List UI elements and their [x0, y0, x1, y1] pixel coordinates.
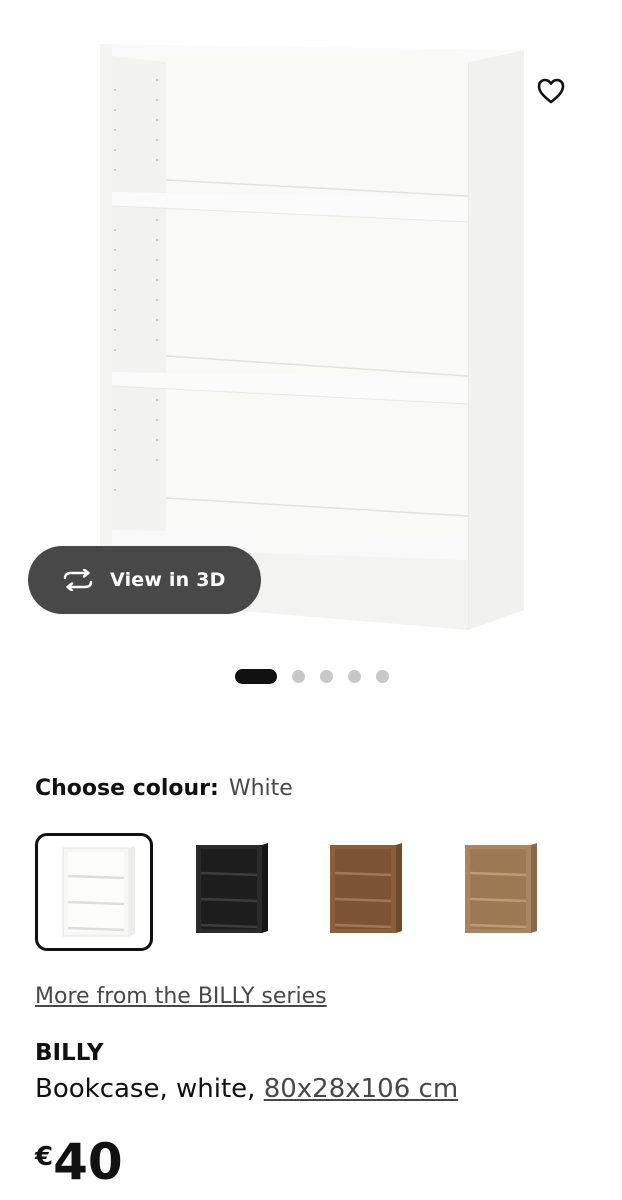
view-in-3d-button[interactable]: View in 3D — [28, 546, 261, 614]
billy-series-link[interactable]: More from the BILLY series — [35, 984, 327, 1009]
colour-selector-label: Choose colour: White — [35, 776, 293, 801]
bookcase-thumbnail-walnut — [330, 843, 402, 933]
bookcase-thumbnail-black — [196, 843, 268, 933]
carousel-indicator — [235, 669, 389, 684]
carousel-dot[interactable] — [292, 670, 305, 683]
favourite-button[interactable] — [524, 64, 578, 118]
colour-swatch-black-brown[interactable] — [171, 833, 289, 951]
product-description-text: Bookcase, white, — [35, 1074, 256, 1104]
product-price: €40 — [35, 1134, 123, 1190]
view-in-3d-label: View in 3D — [110, 569, 226, 591]
product-name: BILLY — [35, 1040, 104, 1066]
choose-colour-label: Choose colour: — [35, 776, 219, 801]
carousel-dot[interactable] — [376, 670, 389, 683]
carousel-dot-active[interactable] — [235, 669, 277, 684]
heart-icon — [537, 78, 565, 104]
bookcase-thumbnail-oak — [465, 843, 537, 933]
rotate-3d-icon — [60, 568, 96, 592]
product-description: Bookcase, white, 80x28x106 cm — [35, 1074, 458, 1104]
colour-swatch-white[interactable] — [35, 833, 153, 951]
selected-colour-value: White — [228, 776, 293, 801]
product-image-area[interactable]: View in 3D — [0, 0, 622, 640]
carousel-dot[interactable] — [348, 670, 361, 683]
bookcase-thumbnail-white — [62, 846, 135, 937]
price-amount: 40 — [53, 1133, 123, 1191]
price-currency: € — [35, 1142, 54, 1172]
colour-swatch-brown-walnut[interactable] — [305, 833, 423, 951]
product-dimensions-link[interactable]: 80x28x106 cm — [264, 1074, 458, 1104]
carousel-dot[interactable] — [320, 670, 333, 683]
colour-swatch-oak-effect[interactable] — [440, 833, 558, 951]
